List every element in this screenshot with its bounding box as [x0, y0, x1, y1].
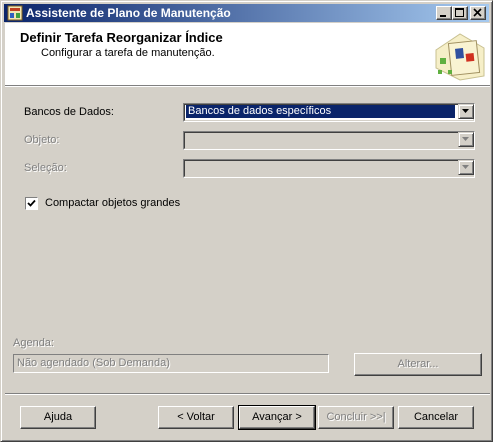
wizard-window: Assistente de Plano de Manutenção Defini… — [0, 0, 493, 442]
object-value — [186, 133, 455, 146]
window-title: Assistente de Plano de Manutenção — [26, 6, 231, 20]
close-button[interactable] — [470, 6, 486, 20]
object-dropdown-button[interactable] — [458, 132, 474, 147]
schedule-field: Não agendado (Sob Demanda) — [13, 354, 329, 373]
selection-dropdown-button[interactable] — [458, 160, 474, 175]
minimize-icon — [440, 15, 446, 17]
object-label: Objeto: — [24, 134, 60, 146]
chevron-down-icon — [462, 137, 469, 141]
finish-button[interactable]: Concluir >>| — [318, 406, 394, 429]
back-button[interactable]: < Voltar — [158, 406, 234, 429]
chevron-down-icon — [462, 165, 469, 169]
chevron-down-icon — [462, 109, 469, 113]
databases-value: Bancos de dados específicos — [186, 105, 455, 118]
change-schedule-button[interactable]: Alterar... — [354, 353, 482, 376]
minimize-button[interactable] — [436, 6, 452, 20]
databases-label: Bancos de Dados: — [24, 106, 114, 118]
footer-separator — [5, 393, 490, 395]
help-button[interactable]: Ajuda — [20, 406, 96, 429]
maximize-button[interactable] — [452, 6, 468, 20]
header-separator — [5, 85, 490, 87]
next-button[interactable]: Avançar > — [238, 405, 316, 430]
wizard-graphic-icon — [430, 28, 486, 85]
databases-combo[interactable]: Bancos de dados específicos — [183, 103, 475, 122]
page-title: Definir Tarefa Reorganizar Índice — [20, 30, 223, 45]
maximize-icon — [455, 8, 464, 17]
title-bar[interactable]: Assistente de Plano de Manutenção — [4, 4, 489, 22]
close-icon — [473, 8, 482, 17]
selection-combo[interactable] — [183, 159, 475, 178]
compact-checkbox[interactable] — [25, 197, 38, 210]
object-combo[interactable] — [183, 131, 475, 150]
databases-dropdown-button[interactable] — [458, 104, 474, 119]
page-subtitle: Configurar a tarefa de manutenção. — [41, 47, 215, 59]
maintenance-plan-icon — [7, 5, 23, 21]
selection-value — [186, 161, 455, 174]
schedule-label: Agenda: — [13, 337, 54, 349]
check-icon — [27, 199, 36, 207]
cancel-button[interactable]: Cancelar — [398, 406, 474, 429]
selection-label: Seleção: — [24, 162, 67, 174]
schedule-value: Não agendado (Sob Demanda) — [17, 357, 170, 369]
wizard-header: Definir Tarefa Reorganizar Índice Config… — [5, 23, 490, 85]
compact-label[interactable]: Compactar objetos grandes — [45, 197, 180, 209]
